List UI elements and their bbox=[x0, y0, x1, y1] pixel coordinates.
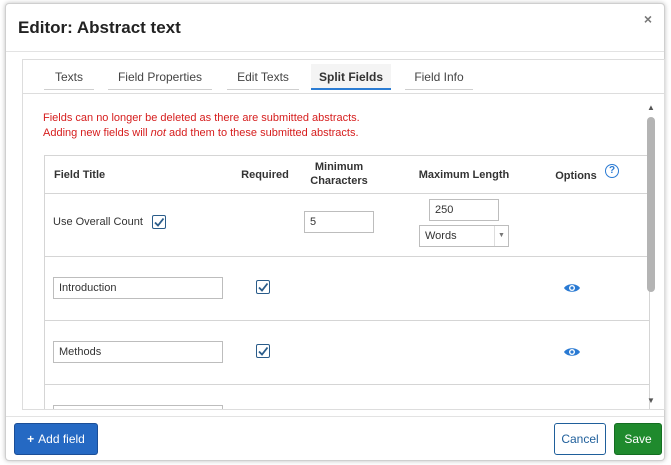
tab-field-info[interactable]: Field Info bbox=[405, 64, 473, 90]
required-checkbox[interactable] bbox=[256, 280, 270, 294]
tab-field-properties[interactable]: Field Properties bbox=[108, 64, 212, 90]
plus-icon: + bbox=[27, 432, 35, 446]
tab-bar: Texts Field Properties Edit Texts Split … bbox=[23, 60, 664, 94]
checkmark-icon bbox=[258, 282, 269, 292]
eye-icon[interactable] bbox=[563, 282, 581, 294]
length-unit-select[interactable]: Words ▼ bbox=[419, 225, 509, 247]
checkmark-icon bbox=[258, 346, 269, 356]
eye-icon[interactable] bbox=[563, 346, 581, 358]
table-row: Methods bbox=[45, 321, 649, 385]
scroll-down-icon[interactable]: ▼ bbox=[646, 396, 656, 406]
header-required: Required bbox=[241, 169, 289, 181]
field-title-input[interactable]: Introduction bbox=[53, 277, 223, 299]
min-characters-input[interactable]: 5 bbox=[304, 211, 374, 233]
dialog-title-bar: Editor: Abstract text × bbox=[6, 4, 664, 52]
tab-edit-texts[interactable]: Edit Texts bbox=[227, 64, 299, 90]
close-icon[interactable]: × bbox=[644, 11, 652, 27]
warning-emphasis: not bbox=[150, 127, 166, 139]
required-checkbox[interactable] bbox=[256, 344, 270, 358]
header-minimum-characters: Minimum Characters bbox=[299, 160, 379, 188]
warning-line-2: Adding new fields will not add them to t… bbox=[43, 126, 360, 141]
length-unit-value: Words bbox=[425, 230, 457, 242]
tab-split-fields[interactable]: Split Fields bbox=[311, 64, 391, 90]
tab-texts[interactable]: Texts bbox=[44, 64, 94, 90]
save-button[interactable]: Save bbox=[614, 423, 662, 455]
panel-scrollbar[interactable]: ▲ ▼ bbox=[644, 100, 658, 406]
add-field-label: Add field bbox=[38, 432, 85, 446]
warning-line-2-end: add them to these submitted abstracts. bbox=[165, 127, 359, 139]
help-icon[interactable]: ? bbox=[605, 164, 619, 178]
field-title-input[interactable]: Methods bbox=[53, 341, 223, 363]
field-title-input[interactable] bbox=[53, 405, 223, 409]
header-field-title: Field Title bbox=[54, 169, 106, 181]
scroll-thumb[interactable] bbox=[647, 117, 655, 292]
header-minimum-line2: Characters bbox=[310, 175, 368, 187]
dialog-title: Editor: Abstract text bbox=[18, 18, 181, 37]
cancel-button[interactable]: Cancel bbox=[554, 423, 606, 455]
warning-line-2-start: Adding new fields will bbox=[43, 127, 151, 139]
table-header: Field Title Required Minimum Characters … bbox=[45, 156, 649, 194]
add-field-button[interactable]: + Add field bbox=[14, 423, 98, 455]
submitted-abstracts-warning: Fields can no longer be deleted as there… bbox=[43, 111, 360, 141]
table-row: Introduction bbox=[45, 257, 649, 321]
editor-dialog: Editor: Abstract text × Texts Field Prop… bbox=[5, 3, 665, 461]
overall-count-label: Use Overall Count bbox=[53, 216, 143, 228]
table-row bbox=[45, 385, 649, 409]
scroll-up-icon[interactable]: ▲ bbox=[646, 103, 656, 113]
overall-count-checkbox[interactable] bbox=[152, 215, 166, 229]
header-options: Options bbox=[555, 170, 597, 182]
warning-line-1: Fields can no longer be deleted as there… bbox=[43, 112, 360, 124]
max-length-input[interactable]: 250 bbox=[429, 199, 499, 221]
chevron-down-icon: ▼ bbox=[494, 226, 508, 246]
split-fields-panel: Texts Field Properties Edit Texts Split … bbox=[22, 59, 665, 410]
header-maximum-length: Maximum Length bbox=[418, 169, 510, 181]
overall-count-row: Use Overall Count 5 250 Words ▼ bbox=[45, 194, 649, 257]
dialog-footer: + Add field Cancel Save bbox=[6, 416, 664, 462]
checkmark-icon bbox=[154, 217, 165, 227]
split-fields-table: Field Title Required Minimum Characters … bbox=[44, 155, 650, 409]
header-minimum-line1: Minimum bbox=[314, 161, 364, 173]
